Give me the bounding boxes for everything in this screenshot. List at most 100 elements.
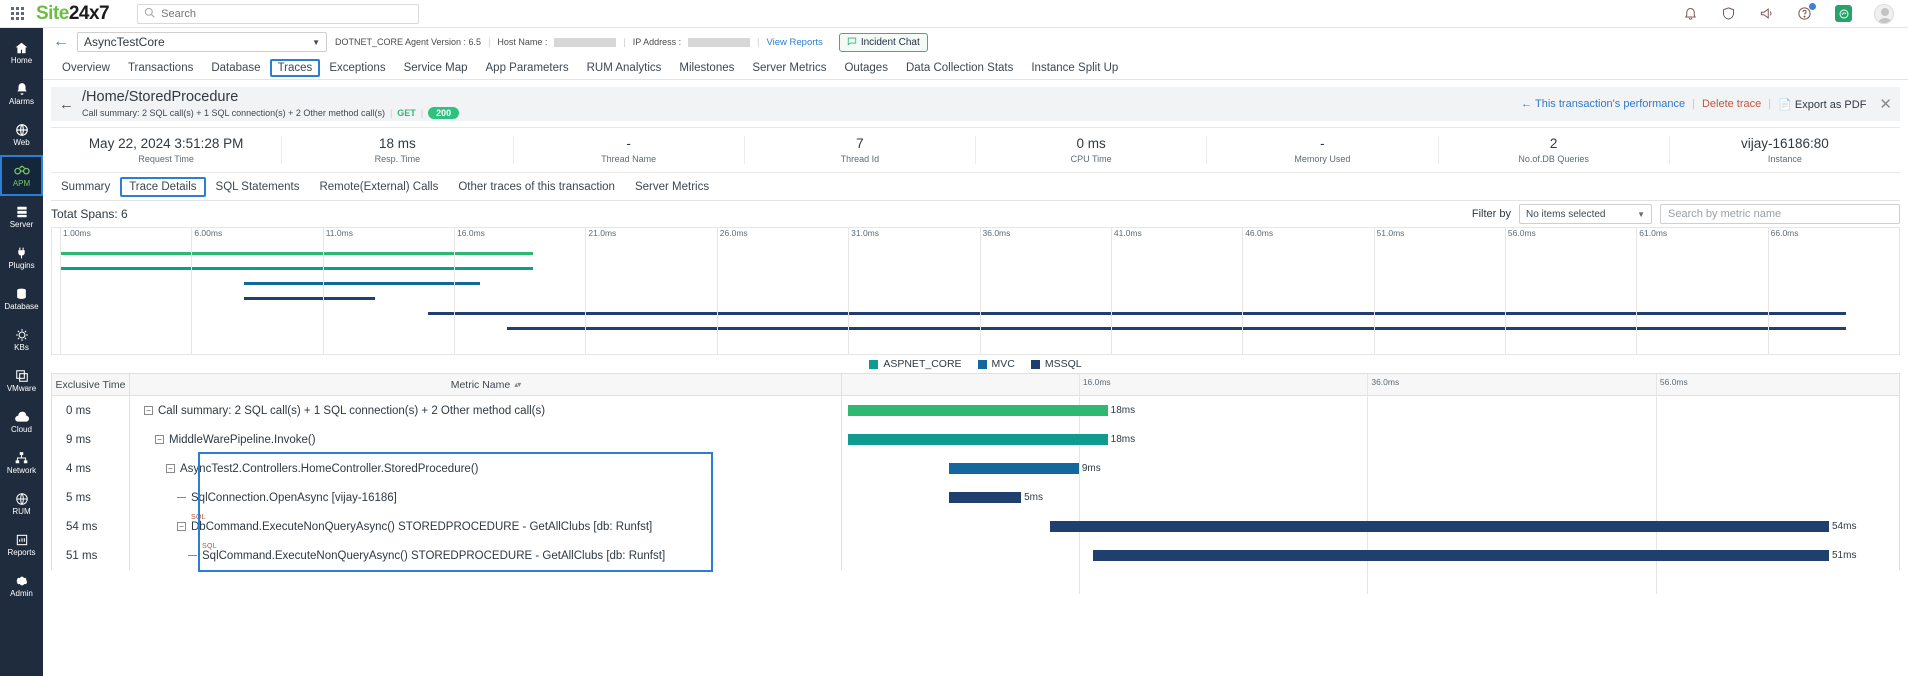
tab-milestones[interactable]: Milestones [670, 60, 743, 76]
global-search[interactable] [137, 4, 419, 24]
sidebar-item-vmware[interactable]: VMware [0, 360, 43, 401]
sidebar-item-server[interactable]: Server [0, 196, 43, 237]
tab-server-metrics-sub[interactable]: Server Metrics [625, 178, 719, 196]
tab-app-parameters[interactable]: App Parameters [477, 60, 578, 76]
sidebar-item-home[interactable]: Home [0, 32, 43, 73]
megaphone-icon[interactable] [1759, 6, 1775, 22]
tab-server-metrics[interactable]: Server Metrics [743, 60, 835, 76]
gridline [848, 228, 849, 354]
legend-item[interactable]: MSSQL [1031, 358, 1082, 370]
legend-item[interactable]: ASPNET_CORE [869, 358, 961, 370]
monitor-select[interactable]: AsyncTestCore ▼ [77, 32, 327, 52]
back-arrow-icon[interactable]: ← [53, 34, 69, 50]
sidebar-item-alarms[interactable]: Alarms [0, 73, 43, 114]
table-row[interactable]: 5 msSqlConnection.OpenAsync [vijay-16186… [52, 483, 1899, 512]
axis-tick-label: 56.0ms [1505, 228, 1536, 238]
row-duration-label: 18ms [1111, 434, 1135, 445]
column-header-exclusive-time[interactable]: Exclusive Time [52, 374, 130, 395]
export-pdf-link[interactable]: 📄 Export as PDF [1778, 98, 1866, 111]
tab-data-collection-stats[interactable]: Data Collection Stats [897, 60, 1022, 76]
transaction-back-icon[interactable]: ← [59, 96, 74, 113]
close-icon[interactable]: ✕ [1879, 95, 1892, 113]
tab-other-traces[interactable]: Other traces of this transaction [448, 178, 625, 196]
row-span-bar[interactable] [1093, 550, 1829, 561]
filter-select[interactable]: No items selected ▼ [1519, 204, 1652, 224]
site24x7-logo[interactable]: Site24x7 [36, 3, 109, 25]
tree-collapse-toggle[interactable]: − [155, 435, 164, 444]
table-row[interactable]: 54 ms−SQLDbCommand.ExecuteNonQueryAsync(… [52, 512, 1899, 541]
sort-icon[interactable]: ▴▾ [514, 380, 520, 389]
timeline-span-bar[interactable] [244, 297, 375, 300]
cell-exclusive-time: 4 ms [52, 454, 130, 483]
transaction-performance-link[interactable]: ← This transaction's performance [1521, 98, 1685, 110]
search-input[interactable] [161, 8, 412, 20]
tab-exceptions[interactable]: Exceptions [320, 60, 394, 76]
row-span-bar[interactable] [848, 405, 1108, 416]
tab-remote-external-calls[interactable]: Remote(External) Calls [309, 178, 448, 196]
delete-trace-link[interactable]: Delete trace [1702, 98, 1761, 110]
sidebar-item-admin[interactable]: Admin [0, 565, 43, 606]
app-grid-icon[interactable] [0, 7, 34, 20]
agent-version: DOTNET_CORE Agent Version : 6.5 [335, 37, 481, 47]
timeline-span-bar[interactable] [60, 267, 533, 270]
vmware-icon [14, 368, 30, 383]
row-span-bar[interactable] [848, 434, 1108, 445]
sidebar-item-kbs[interactable]: KBs [0, 319, 43, 360]
page-title: /Home/StoredProcedure [82, 90, 459, 105]
row-span-bar[interactable] [949, 463, 1079, 474]
tab-instance-split-up[interactable]: Instance Split Up [1022, 60, 1127, 76]
sidebar-item-apm[interactable]: APM [0, 155, 43, 196]
tree-collapse-toggle[interactable]: − [177, 522, 186, 531]
avatar[interactable] [1874, 4, 1894, 24]
tab-outages[interactable]: Outages [835, 60, 896, 76]
sidebar-item-rum[interactable]: RUM [0, 483, 43, 524]
tab-sql-statements[interactable]: SQL Statements [206, 178, 310, 196]
tab-database[interactable]: Database [202, 60, 269, 76]
timeline-span-bar[interactable] [60, 252, 533, 255]
metric-name-text: AsyncTest2.Controllers.HomeController.St… [180, 463, 478, 475]
sidebar-item-cloud[interactable]: Cloud [0, 401, 43, 442]
tab-traces[interactable]: Traces [270, 59, 321, 77]
chevron-down-icon: ▼ [312, 38, 320, 47]
cell-exclusive-time: 9 ms [52, 425, 130, 454]
incident-chat-button[interactable]: Incident Chat [839, 33, 928, 52]
bell-icon[interactable] [1683, 6, 1699, 22]
row-span-bar[interactable] [1050, 521, 1829, 532]
chart-column-tick: 56.0ms [1656, 377, 1688, 387]
tab-trace-details[interactable]: Trace Details [120, 177, 205, 197]
timeline-span-bar[interactable] [428, 312, 1847, 315]
sidebar-label: VMware [7, 384, 36, 393]
tab-transactions[interactable]: Transactions [119, 60, 202, 76]
sidebar-item-database[interactable]: Database [0, 278, 43, 319]
stat-instance: vijay-16186:80 Instance [1670, 136, 1900, 164]
sidebar-item-network[interactable]: Network [0, 442, 43, 483]
tree-collapse-toggle[interactable]: − [166, 464, 175, 473]
sidebar-item-reports[interactable]: Reports [0, 524, 43, 565]
sidebar-label: Cloud [11, 425, 32, 434]
table-row[interactable]: 9 ms−MiddleWarePipeline.Invoke()18ms [52, 425, 1899, 454]
cell-span-bar: 51ms [842, 541, 1899, 570]
tab-rum-analytics[interactable]: RUM Analytics [578, 60, 671, 76]
tree-collapse-toggle[interactable]: − [144, 406, 153, 415]
view-reports-link[interactable]: View Reports [766, 37, 822, 48]
shield-icon[interactable] [1721, 6, 1737, 22]
sidebar-item-web[interactable]: Web [0, 114, 43, 155]
sidebar-item-plugins[interactable]: Plugins [0, 237, 43, 278]
table-row[interactable]: 0 ms−Call summary: 2 SQL call(s) + 1 SQL… [52, 396, 1899, 425]
globe-icon [14, 122, 30, 137]
metric-search-input[interactable]: Search by metric name [1660, 204, 1900, 224]
timeline-span-bar[interactable] [507, 327, 1847, 330]
sidebar-label: Admin [10, 589, 33, 598]
row-span-bar[interactable] [949, 492, 1021, 503]
zoho-icon[interactable] [1835, 5, 1852, 22]
tab-overview[interactable]: Overview [53, 60, 119, 76]
tab-summary[interactable]: Summary [51, 178, 120, 196]
server-icon [14, 204, 30, 219]
legend-item[interactable]: MVC [978, 358, 1015, 370]
column-header-metric-name[interactable]: Metric Name ▴▾ [130, 374, 842, 395]
help-icon[interactable] [1797, 6, 1813, 22]
table-row[interactable]: 51 msSQLSqlCommand.ExecuteNonQueryAsync(… [52, 541, 1899, 570]
table-row[interactable]: 4 ms −AsyncTest2.Controllers.HomeControll… [52, 454, 1899, 483]
tab-service-map[interactable]: Service Map [395, 60, 477, 76]
timeline-span-bar[interactable] [244, 282, 480, 285]
